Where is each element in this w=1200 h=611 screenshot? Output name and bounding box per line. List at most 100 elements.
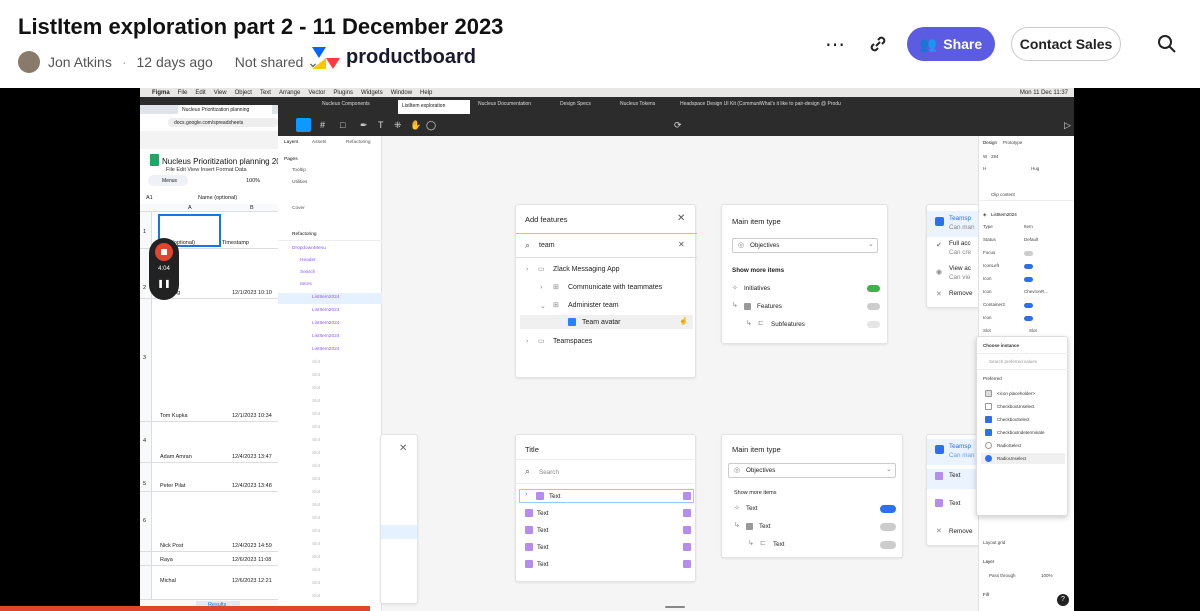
search-field[interactable]: Search <box>539 469 559 476</box>
avatar[interactable] <box>18 51 40 73</box>
sheet-address-bar[interactable]: docs.google.com/spreadsheets <box>168 118 278 127</box>
toggle-switch[interactable] <box>880 505 896 513</box>
opacity-value[interactable]: 100% <box>1041 573 1053 578</box>
author-name[interactable]: Jon Atkins <box>48 54 112 70</box>
layer-slot[interactable]: Slot <box>312 386 320 391</box>
preferred-label[interactable]: Preferred <box>983 376 1002 381</box>
sheet-formula[interactable]: Name (optional) <box>198 195 237 201</box>
layer-dropdownmenu[interactable]: DropdownMenu <box>292 246 326 251</box>
layer-slot[interactable]: Slot <box>312 529 320 534</box>
layout-grid-label[interactable]: Layout grid <box>983 540 1005 545</box>
layer-items[interactable]: Items <box>300 282 312 287</box>
item-title[interactable]: Remove <box>949 290 972 297</box>
list-item[interactable]: Text <box>537 561 549 568</box>
layer-slot[interactable]: Slot <box>312 412 320 417</box>
hand-tool-icon[interactable]: ✋ <box>410 120 421 131</box>
layer-slot[interactable]: Slot <box>312 555 320 560</box>
component-name[interactable]: ListItem2024 <box>991 212 1017 217</box>
prop-toggle[interactable] <box>1024 277 1033 282</box>
comment-tool-icon[interactable]: ◯ <box>426 120 436 131</box>
hug-value[interactable]: Hug <box>1031 166 1039 171</box>
layer-slot[interactable]: Slot <box>312 464 320 469</box>
layer-listitem-1[interactable]: ListItem2024 <box>312 295 339 300</box>
layer-slot[interactable]: Slot <box>312 425 320 430</box>
search-icon[interactable] <box>1153 27 1181 61</box>
instance-option[interactable]: CheckboxIndeterminate <box>997 430 1045 435</box>
item-title[interactable]: Remove <box>949 528 972 535</box>
link-icon[interactable] <box>864 27 892 61</box>
chevron-right-icon[interactable]: › <box>526 266 528 273</box>
layer-listitem-3[interactable]: ListItem2024 <box>312 321 339 326</box>
prop-toggle[interactable] <box>1024 316 1033 321</box>
toggle-switch[interactable] <box>867 303 880 310</box>
chevron-right-icon[interactable]: › <box>526 338 528 345</box>
instance-option[interactable]: <icon placeholder> <box>997 391 1035 396</box>
figma-tab-1[interactable]: Nucleus Components <box>322 101 394 110</box>
video-player[interactable]: Figma File Edit View Object Text Arrange… <box>0 88 1200 611</box>
figma-tab-4[interactable]: Design Specs <box>560 101 620 110</box>
popup-search[interactable]: Search preferred values <box>989 359 1037 364</box>
figma-tab-3[interactable]: Nucleus Documentation <box>478 101 550 110</box>
prop-toggle[interactable] <box>1024 251 1033 256</box>
search-field[interactable]: team <box>539 242 555 249</box>
chevron-right-icon[interactable]: › <box>525 491 527 498</box>
scroll-handle[interactable] <box>665 606 685 608</box>
page-utilities[interactable]: Utilities <box>292 180 307 185</box>
layer-slot[interactable]: Slot <box>312 438 320 443</box>
contact-sales-button[interactable]: Contact Sales <box>1011 27 1121 61</box>
list-item[interactable]: Text <box>537 527 549 534</box>
instance-option[interactable]: CheckboxSelect <box>997 417 1030 422</box>
layer-slot[interactable]: Slot <box>312 477 320 482</box>
layer-slot[interactable]: Slot <box>312 373 320 378</box>
video-progress-bar[interactable] <box>0 606 370 611</box>
page-tooltip[interactable]: Tooltip <box>292 168 306 173</box>
frame-tool-icon[interactable]: # <box>320 120 325 130</box>
sheet-zoom[interactable]: 100% <box>246 178 260 184</box>
layer-listitem-4[interactable]: ListItem2024 <box>312 334 339 339</box>
width-value[interactable]: 284 <box>991 154 999 159</box>
figma-tab-2[interactable]: ListItem exploration <box>398 100 470 114</box>
list-item[interactable]: Zlack Messaging App <box>553 266 620 273</box>
assets-tab[interactable]: Assets <box>312 140 326 145</box>
layers-tab[interactable]: Layers <box>284 140 298 145</box>
layer-slot[interactable]: Slot <box>312 490 320 495</box>
help-icon[interactable]: ? <box>1057 594 1069 606</box>
move-tool-icon[interactable] <box>296 118 311 132</box>
layer-slot[interactable]: Slot <box>312 451 320 456</box>
text-tool-icon[interactable]: T <box>378 120 384 130</box>
list-item[interactable]: Team avatar <box>582 319 621 326</box>
resources-icon[interactable]: ⁜ <box>394 120 402 131</box>
sheet-menus-search[interactable]: Menus <box>148 175 188 186</box>
figma-tab-6[interactable]: Headspace Design UI Kit (Communi <box>680 101 765 110</box>
prop-toggle[interactable] <box>1024 264 1033 269</box>
layer-slot[interactable]: Slot <box>312 594 320 599</box>
instance-option[interactable]: RadioUnselect <box>997 456 1026 461</box>
close-icon[interactable]: ✕ <box>399 443 407 454</box>
toggle-switch[interactable] <box>867 285 880 292</box>
prop-value[interactable]: ChevronR... <box>1024 289 1048 294</box>
instance-option[interactable]: RadioSelect <box>997 443 1021 448</box>
figma-tab-7[interactable]: What's it like to pair-design @ Produ <box>760 101 855 110</box>
page-cover[interactable]: Cover <box>292 206 305 211</box>
list-item[interactable]: Text <box>549 493 561 500</box>
prop-toggle[interactable] <box>1024 303 1033 308</box>
figma-canvas[interactable]: ✕ Add features ✕ ⌕ team ✕ › ▭ Zlack Mess… <box>380 136 983 611</box>
layer-slot[interactable]: Slot <box>312 503 320 508</box>
layer-listitem-5[interactable]: ListItem2024 <box>312 347 339 352</box>
share-button[interactable]: 👥 Share <box>907 27 995 61</box>
sheet-browser-tab[interactable]: Nucleus Prioritization planning <box>178 105 272 114</box>
layer-slot[interactable]: Slot <box>312 360 320 365</box>
play-icon[interactable]: ▷ <box>1064 120 1071 131</box>
clip-content-label[interactable]: Clip content <box>991 192 1015 197</box>
toggle-switch[interactable] <box>867 321 880 328</box>
sheet-cellref[interactable]: A1 <box>146 195 153 201</box>
clear-icon[interactable]: ✕ <box>678 240 685 249</box>
close-icon[interactable]: ✕ <box>677 213 685 224</box>
chevron-right-icon[interactable]: › <box>540 284 542 291</box>
list-item[interactable]: Teamspaces <box>553 338 592 345</box>
toggle-switch[interactable] <box>880 523 896 531</box>
recorder-widget[interactable]: 4:04 ❚❚ <box>149 238 179 300</box>
layer-slot[interactable]: Slot <box>312 581 320 586</box>
pause-icon[interactable]: ❚❚ <box>149 279 179 288</box>
blend-mode[interactable]: Pass through <box>989 573 1016 578</box>
